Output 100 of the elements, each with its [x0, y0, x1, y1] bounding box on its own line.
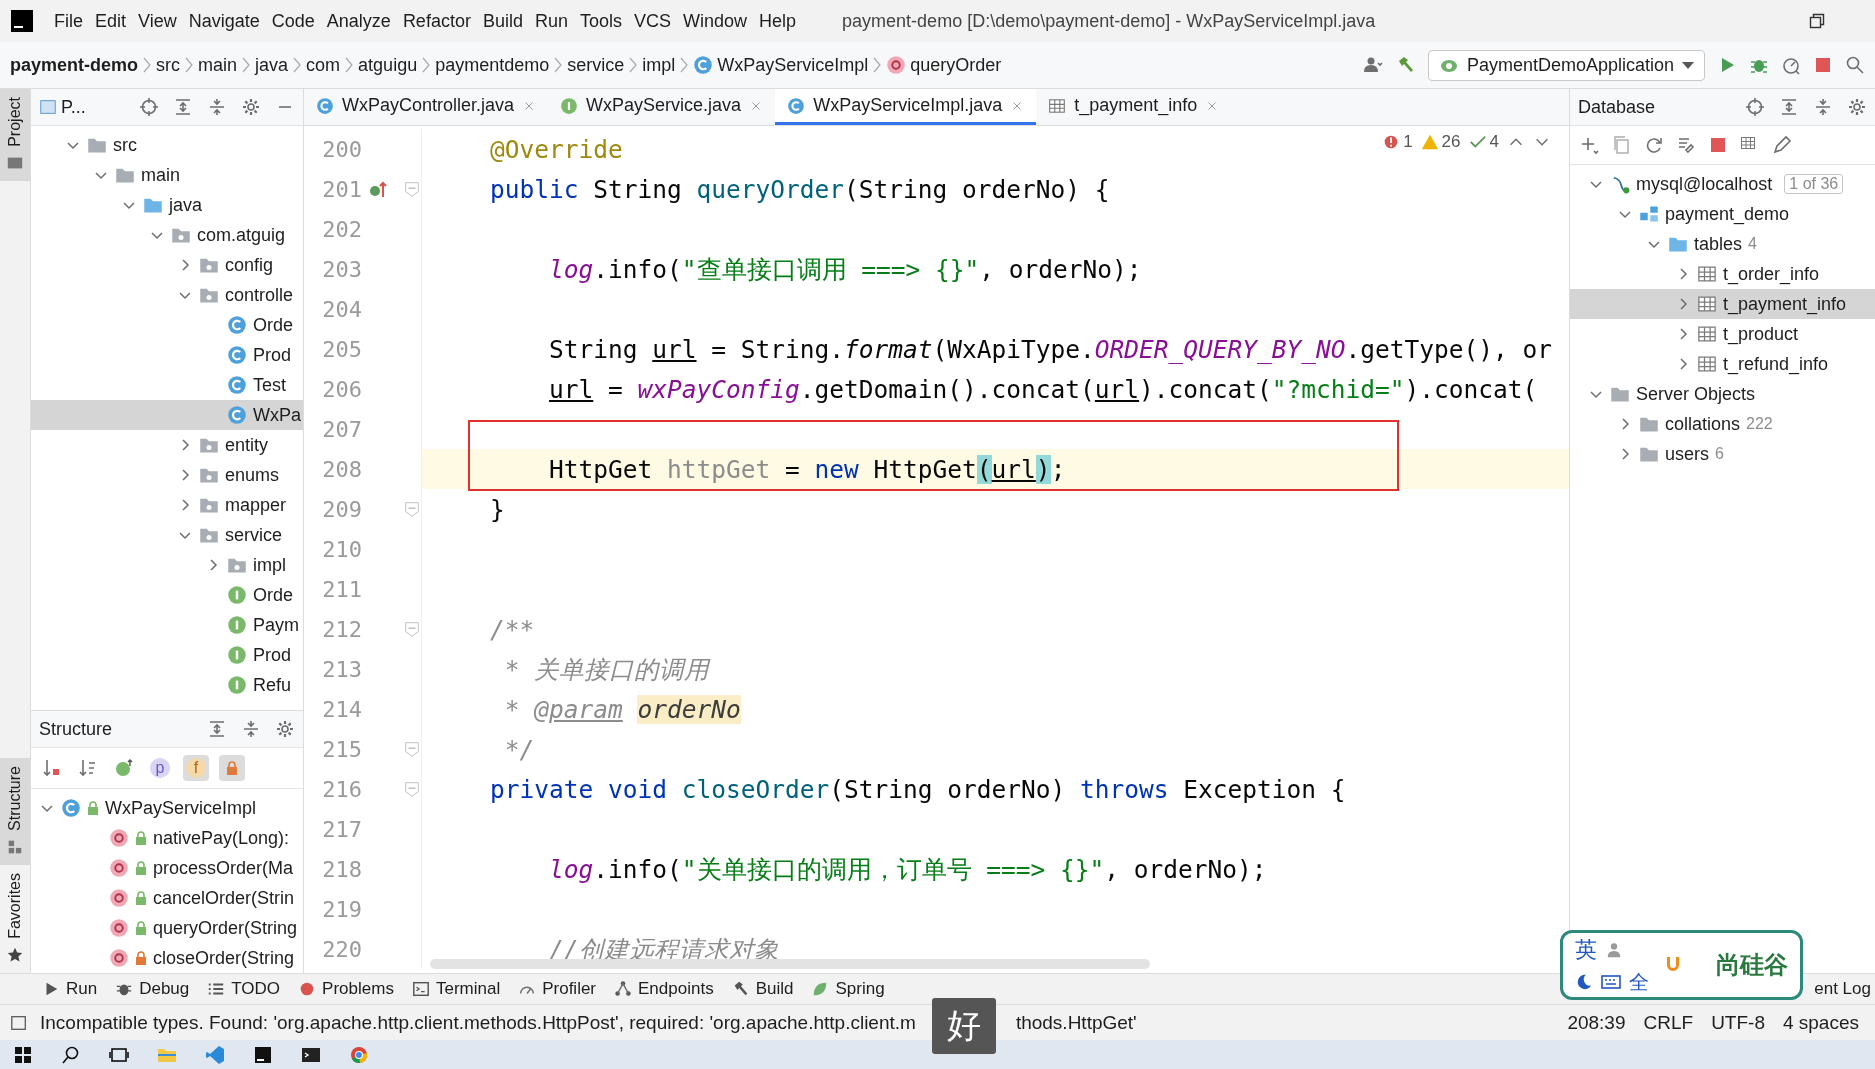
menu-item[interactable]: View: [132, 0, 183, 42]
editor-tab[interactable]: t_payment_info: [1036, 89, 1232, 125]
menu-item[interactable]: Analyze: [320, 0, 397, 42]
tree-item[interactable]: service: [31, 520, 303, 550]
tree-item[interactable]: Prod: [31, 640, 303, 670]
tree-item[interactable]: processOrder(Ma: [31, 853, 303, 883]
editor-tab[interactable]: WxPayServiceImpl.java: [775, 89, 1037, 125]
breadcrumb-item[interactable]: main: [196, 54, 240, 76]
breadcrumb-item[interactable]: WxPayServiceImpl: [691, 54, 871, 76]
indent-setting[interactable]: 4 spaces: [1782, 1011, 1859, 1034]
tree-item[interactable]: controlle: [31, 280, 303, 310]
expand-all-icon[interactable]: [1779, 97, 1799, 117]
keyboard-icon[interactable]: [1601, 972, 1621, 992]
tree-item[interactable]: payment_demo: [1570, 199, 1875, 229]
tree-item[interactable]: t_refund_info: [1570, 349, 1875, 379]
ide-icon[interactable]: [252, 1044, 274, 1065]
breadcrumb-item[interactable]: src: [154, 54, 183, 76]
code-editor-icon[interactable]: [204, 1044, 226, 1065]
stop-icon[interactable]: [1813, 55, 1833, 75]
moon-icon[interactable]: [1575, 972, 1593, 992]
stop-icon[interactable]: [1708, 135, 1728, 155]
collapse-all-icon[interactable]: [207, 97, 227, 117]
tree-item[interactable]: t_product: [1570, 319, 1875, 349]
tree-item[interactable]: t_payment_info: [1570, 289, 1875, 319]
editor-tab[interactable]: WxPayController.java: [304, 89, 549, 125]
implements-marker-icon[interactable]: [368, 179, 388, 199]
menu-item[interactable]: VCS: [628, 0, 677, 42]
breadcrumb-item[interactable]: queryOrder: [884, 54, 1004, 76]
menu-item[interactable]: Window: [677, 0, 754, 42]
tree-item[interactable]: Server Objects: [1570, 379, 1875, 409]
breadcrumb-item[interactable]: impl: [640, 54, 678, 76]
tool-window-button[interactable]: Spring: [807, 979, 899, 999]
tree-item[interactable]: cancelOrder(Strin: [31, 883, 303, 913]
locate-icon[interactable]: [1745, 97, 1765, 117]
breadcrumb-item[interactable]: paymentdemo: [433, 54, 552, 76]
menu-item[interactable]: Code: [265, 0, 321, 42]
expand-all-icon[interactable]: [207, 719, 227, 739]
tree-item[interactable]: t_order_info: [1570, 259, 1875, 289]
tool-window-button[interactable]: Debug: [111, 979, 204, 999]
tree-item[interactable]: Orde: [31, 580, 303, 610]
error-count[interactable]: 1: [1382, 132, 1413, 152]
tool-window-button[interactable]: Favorites: [0, 865, 30, 973]
windows-logo-icon[interactable]: [12, 1044, 34, 1065]
filter-toggle[interactable]: [219, 755, 245, 781]
tree-item[interactable]: closeOrder(String: [31, 943, 303, 973]
input-mode[interactable]: 英: [1575, 934, 1597, 965]
tree-item[interactable]: com.atguig: [31, 220, 303, 250]
tree-item[interactable]: queryOrder(String: [31, 913, 303, 943]
line-separator[interactable]: CRLF: [1643, 1011, 1694, 1034]
file-encoding[interactable]: UTF-8: [1711, 1011, 1765, 1034]
menu-item[interactable]: Run: [528, 0, 574, 42]
edit-icon[interactable]: [1772, 135, 1792, 155]
scrollbar[interactable]: [430, 959, 1150, 969]
menu-item[interactable]: Help: [753, 0, 803, 42]
tree-item[interactable]: Prod: [31, 340, 303, 370]
tree-item[interactable]: impl: [31, 550, 303, 580]
tree-item[interactable]: Orde: [31, 310, 303, 340]
tree-item[interactable]: nativePay(Long):: [31, 823, 303, 853]
restore-window-icon[interactable]: [1809, 13, 1825, 29]
add-icon[interactable]: [1580, 135, 1600, 155]
menu-item[interactable]: Navigate: [182, 0, 266, 42]
breadcrumb-item[interactable]: service: [565, 54, 627, 76]
collapse-all-icon[interactable]: [241, 719, 261, 739]
tree-item[interactable]: Test: [31, 370, 303, 400]
settings-icon[interactable]: [275, 719, 295, 739]
tool-window-button[interactable]: Project: [0, 89, 30, 181]
user-icon[interactable]: [1361, 55, 1384, 75]
menu-item[interactable]: Refactor: [396, 0, 477, 42]
run-configuration-dropdown[interactable]: PaymentDemoApplication: [1427, 49, 1705, 81]
locate-icon[interactable]: [139, 97, 159, 117]
tree-item[interactable]: java: [31, 190, 303, 220]
tree-item[interactable]: src: [31, 130, 303, 160]
input-method-toolbar[interactable]: 英 全 尚硅谷: [1560, 930, 1803, 1000]
tree-item[interactable]: config: [31, 250, 303, 280]
weak-warning-count[interactable]: 4: [1468, 132, 1499, 152]
tree-item[interactable]: Paym: [31, 610, 303, 640]
tree-item[interactable]: Refu: [31, 670, 303, 700]
tree-item[interactable]: WxPa: [31, 400, 303, 430]
tree-item[interactable]: enums: [31, 460, 303, 490]
warning-count[interactable]: 26: [1420, 132, 1461, 152]
breadcrumb-item[interactable]: atguigu: [356, 54, 420, 76]
collapse-all-icon[interactable]: [1813, 97, 1833, 117]
breadcrumb-item[interactable]: com: [304, 54, 343, 76]
tool-window-button[interactable]: ent Log: [1814, 979, 1875, 999]
profiler-icon[interactable]: [1781, 55, 1801, 75]
tool-window-button[interactable]: Terminal: [407, 979, 515, 999]
tool-window-button[interactable]: Problems: [294, 979, 408, 999]
tool-window-button[interactable]: Profiler: [514, 979, 611, 999]
breadcrumb-item[interactable]: java: [253, 54, 291, 76]
wrench-icon[interactable]: [1676, 135, 1696, 155]
editor-tab[interactable]: WxPayService.java: [548, 89, 776, 125]
tool-window-button[interactable]: TODO: [203, 979, 295, 999]
tool-window-button[interactable]: Run: [38, 979, 112, 999]
tree-item[interactable]: WxPayServiceImpl: [31, 793, 303, 823]
tree-item[interactable]: mysql@localhost 1 of 36: [1570, 169, 1875, 199]
tool-window-button[interactable]: Build: [727, 979, 808, 999]
tree-item[interactable]: mapper: [31, 490, 303, 520]
menu-item[interactable]: Edit: [89, 0, 133, 42]
tree-item[interactable]: users 6: [1570, 439, 1875, 469]
tool-window-button[interactable]: Endpoints: [610, 979, 728, 999]
